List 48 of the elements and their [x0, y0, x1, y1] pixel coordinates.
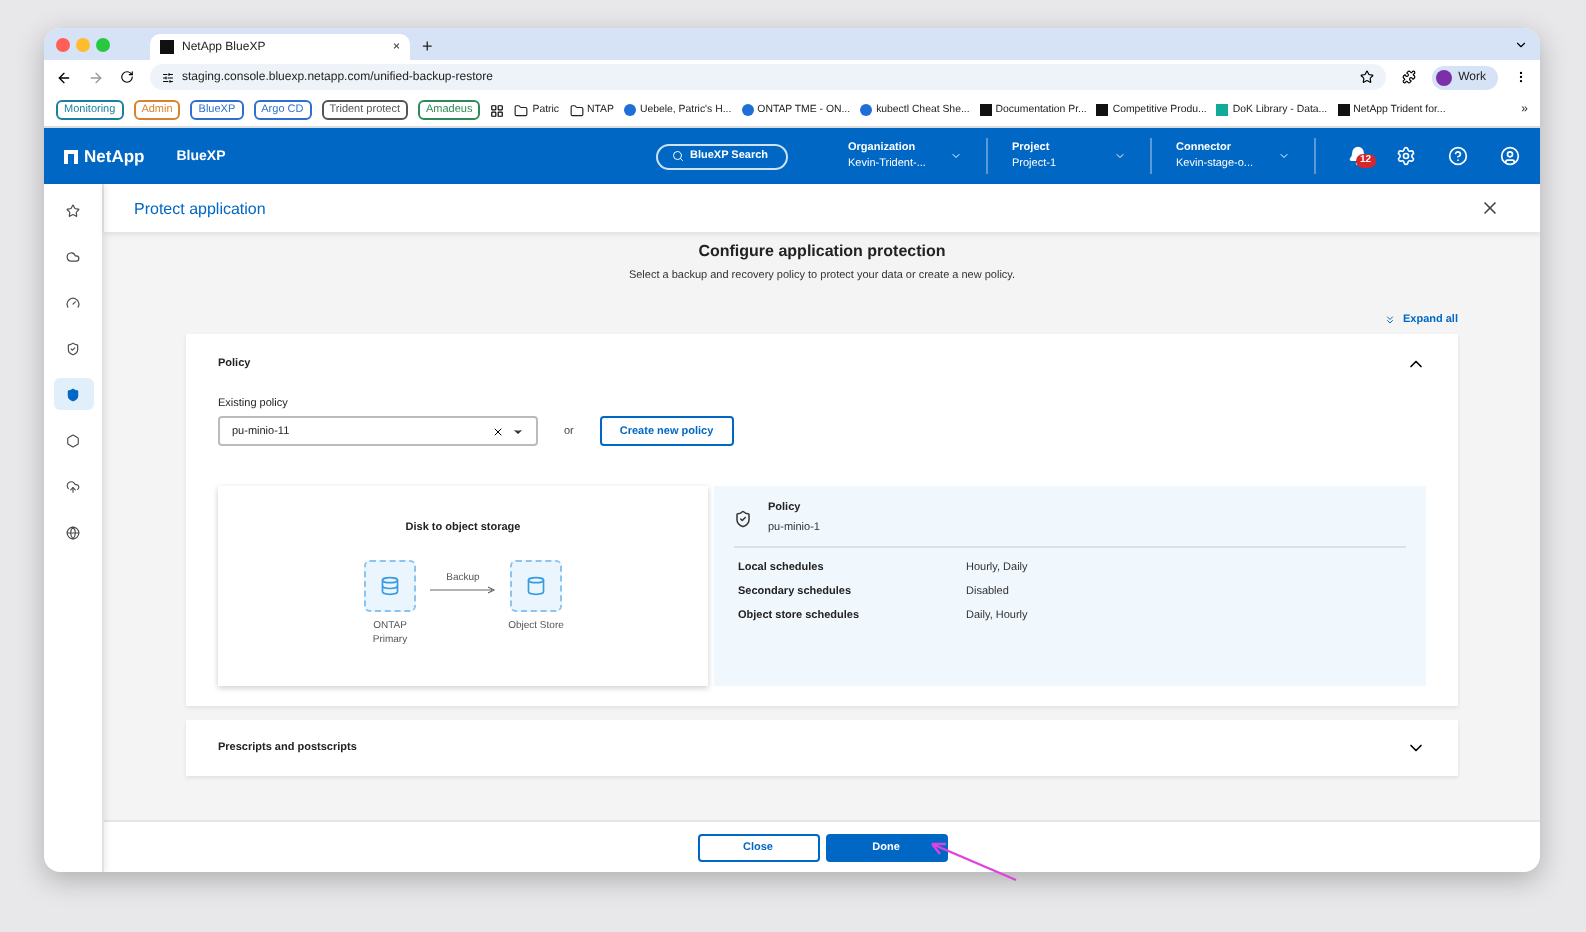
- hexagon-icon: [66, 433, 80, 447]
- site-info-icon: [162, 71, 174, 83]
- bookmark-star-icon[interactable]: [1360, 70, 1375, 84]
- clear-icon[interactable]: [492, 425, 504, 437]
- back-icon[interactable]: [56, 69, 72, 85]
- folder-icon: [514, 103, 529, 117]
- apps-icon[interactable]: [490, 103, 505, 117]
- dropdown-caret-icon: [512, 425, 524, 437]
- netapp-logo-icon: [64, 149, 78, 163]
- menu-icon[interactable]: [1514, 70, 1528, 84]
- favicon-icon: [741, 104, 754, 116]
- section-heading: Configure application protection: [696, 242, 948, 260]
- shield-check-icon: [66, 341, 80, 355]
- page-title: Protect application: [134, 199, 266, 217]
- tab-list-icon[interactable]: [1514, 38, 1528, 52]
- connector-arrow: [430, 586, 496, 594]
- shield-icon: [66, 387, 80, 401]
- favicon-icon: [1337, 104, 1350, 116]
- folder-icon: [569, 103, 584, 117]
- bucket-icon: [526, 576, 546, 596]
- settings-icon[interactable]: [1396, 146, 1416, 166]
- chevron-down-icon: [1114, 150, 1126, 162]
- database-icon: [380, 576, 400, 596]
- cloud-icon: [66, 249, 80, 263]
- chevron-down-icon: [1278, 150, 1290, 162]
- favicon-icon: [623, 104, 636, 116]
- help-icon[interactable]: [1448, 146, 1468, 166]
- gauge-icon: [66, 295, 80, 309]
- close-icon[interactable]: [1480, 198, 1500, 218]
- favicon-icon: [1216, 104, 1229, 116]
- favicon-icon: [1096, 104, 1109, 116]
- new-tab-button[interactable]: +: [422, 36, 433, 56]
- forward-icon[interactable]: [88, 69, 104, 85]
- star-icon: [66, 203, 80, 217]
- globe-icon: [66, 525, 80, 539]
- favicon-icon: [979, 104, 992, 116]
- sidebar-item[interactable]: [53, 378, 93, 410]
- double-chevron-icon: [1384, 314, 1397, 326]
- search-icon: [672, 150, 684, 162]
- chevron-down-icon: [950, 150, 962, 162]
- extensions-icon[interactable]: [1402, 70, 1417, 84]
- netapp-logo-icon: [160, 40, 174, 54]
- cloud-upload-icon: [66, 479, 80, 493]
- brand-name: NetApp: [84, 146, 145, 166]
- user-icon[interactable]: [1500, 146, 1520, 166]
- shield-check-icon: [734, 509, 752, 527]
- favicon-icon: [860, 104, 873, 116]
- reload-icon[interactable]: [120, 70, 134, 84]
